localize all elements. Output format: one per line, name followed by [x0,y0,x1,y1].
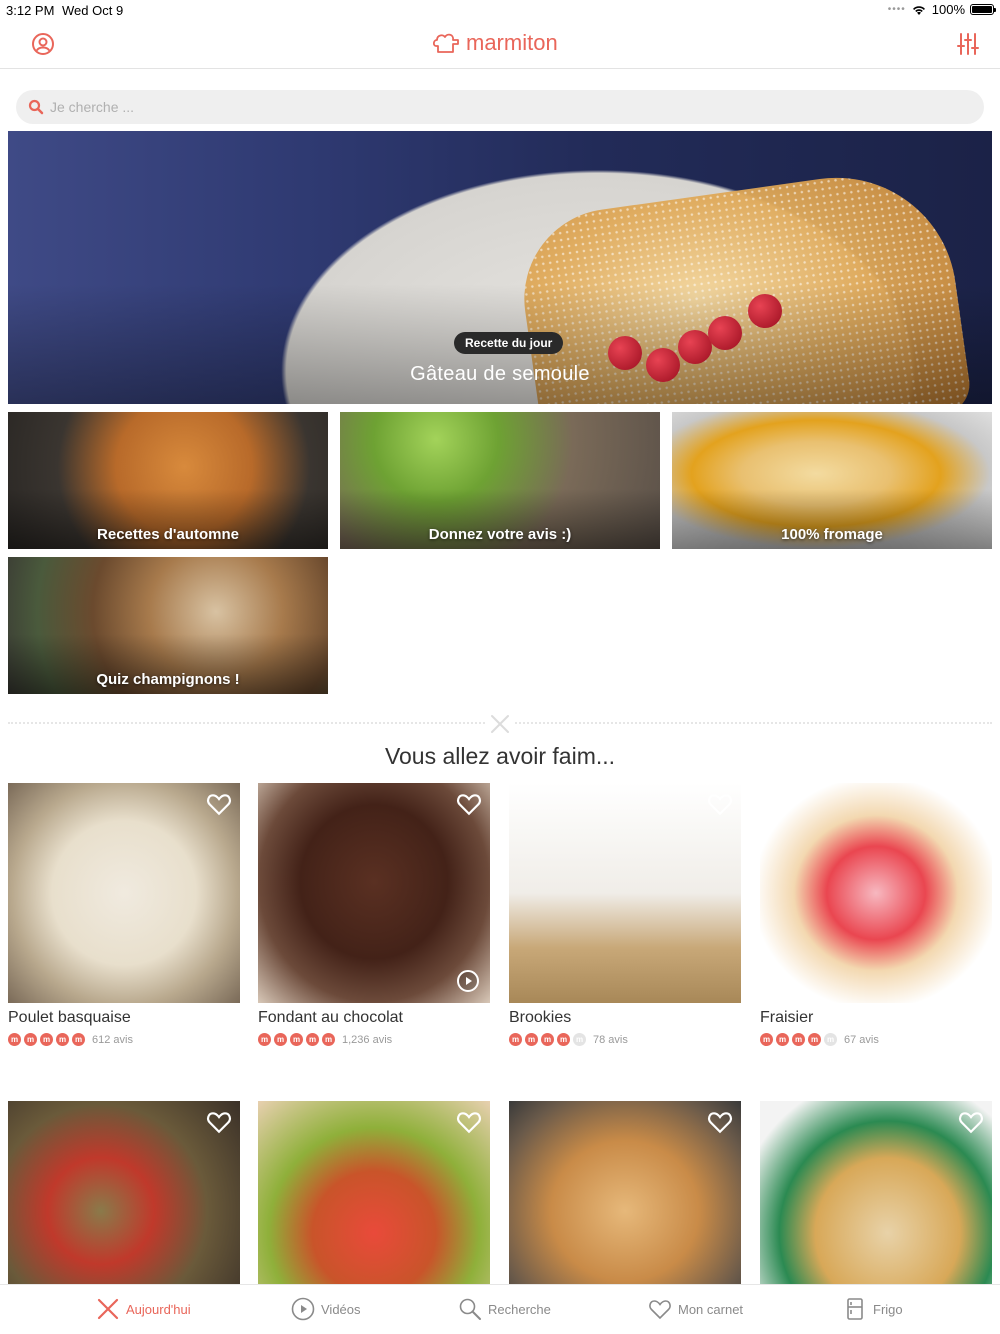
category-label: Recettes d'automne [97,526,239,543]
top-navigation: marmiton [0,20,1000,69]
recipe-rating: mmmmm 78 avis [509,1033,741,1046]
section-title: Vous allez avoir faim... [384,743,616,769]
rating-dot: m [509,1033,522,1046]
heart-icon [649,1300,671,1320]
category-tile-feedback[interactable]: Donnez votre avis :) [340,412,660,549]
rating-dot: m [541,1033,554,1046]
signal-dots-icon: •••• [887,4,906,15]
rating-dot-empty: m [573,1033,586,1046]
rating-dot: m [808,1033,821,1046]
rating-dot-empty: m [824,1033,837,1046]
rating-dot: m [760,1033,773,1046]
rating-dot: m [306,1033,319,1046]
rating-dot: m [24,1033,37,1046]
favorite-heart-icon[interactable] [707,1109,733,1135]
category-tile-mushroom-quiz[interactable]: Quiz champignons ! [8,557,328,694]
favorite-heart-icon[interactable] [206,791,232,817]
recipe-rating: mmmmm 1,236 avis [258,1033,490,1046]
recipe-card[interactable]: Poulet basquaise mmmmm 612 avis [8,783,240,1046]
favorite-heart-icon[interactable] [456,791,482,817]
recipe-photo [760,783,992,1003]
status-time: 3:12 PM [6,3,55,18]
rating-dot: m [290,1033,303,1046]
fridge-icon [847,1298,863,1320]
tab-label: Aujourd'hui [126,1301,191,1317]
rating-dot: m [8,1033,21,1046]
status-right: •••• 100% [887,2,996,17]
tab-label: Mon carnet [678,1301,744,1317]
rating-dot: m [322,1033,335,1046]
recipe-rating: mmmmm 612 avis [8,1033,240,1046]
recipe-photo [8,783,240,1003]
review-count: 67 avis [844,1033,879,1046]
video-play-icon[interactable] [456,969,480,993]
tab-my-notebook[interactable]: Mon carnet [648,1297,743,1321]
utensils-icon [97,1298,119,1320]
rating-dot: m [792,1033,805,1046]
recipe-photo [509,783,741,1003]
battery-icon [970,4,996,15]
category-label: 100% fromage [781,526,883,543]
search-icon [459,1298,481,1320]
tab-videos[interactable]: Vidéos [291,1297,361,1321]
search-icon [28,99,44,115]
review-count: 612 avis [92,1033,133,1046]
chef-hat-icon [432,33,459,53]
wifi-icon [912,5,925,15]
tab-label: Recherche [488,1301,551,1317]
recipe-name: Poulet basquaise [8,1009,131,1026]
tab-label: Frigo [873,1301,903,1317]
marmiton-logo[interactable]: marmiton [432,30,558,56]
tab-fridge[interactable]: Frigo [843,1297,903,1321]
filter-sliders-icon[interactable] [956,32,980,56]
bottom-tab-bar: Aujourd'hui Vidéos Recherche Mon carnet … [0,1284,1000,1334]
search-bar[interactable] [16,90,984,124]
status-bar: 3:12 PM Wed Oct 9 •••• 100% [0,0,1000,20]
profile-icon[interactable] [31,32,55,56]
favorite-heart-icon[interactable] [958,791,984,817]
tab-label: Vidéos [321,1301,361,1317]
recipe-of-the-day-banner[interactable]: Recette du jour Gâteau de semoule [8,131,992,404]
rating-dot: m [525,1033,538,1046]
recipe-of-the-day-tag: Recette du jour [454,332,564,354]
recipe-name: Fondant au chocolat [258,1009,403,1026]
recipe-rating: mmmmm 67 avis [760,1033,992,1046]
play-circle-icon [291,1297,315,1321]
recipe-photo [258,783,490,1003]
search-input[interactable] [50,99,650,115]
rating-dot: m [56,1033,69,1046]
category-label: Donnez votre avis :) [428,526,572,543]
tab-today[interactable]: Aujourd'hui [96,1297,191,1321]
recipe-card[interactable]: Fraisier mmmmm 67 avis [760,783,992,1046]
tab-search[interactable]: Recherche [458,1297,551,1321]
recipe-card[interactable]: Brookies mmmmm 78 avis [509,783,741,1046]
category-label: Quiz champignons ! [96,671,240,688]
rating-dot: m [258,1033,271,1046]
rating-dot: m [274,1033,287,1046]
favorite-heart-icon[interactable] [456,1109,482,1135]
rating-dot: m [557,1033,570,1046]
favorite-heart-icon[interactable] [206,1109,232,1135]
recipe-name: Fraisier [760,1009,814,1026]
status-date: Wed Oct 9 [62,3,124,18]
rating-dot: m [40,1033,53,1046]
recipe-name: Brookies [509,1009,572,1026]
recipe-card[interactable]: Fondant au chocolat mmmmm 1,236 avis [258,783,490,1046]
review-count: 1,236 avis [342,1033,393,1046]
rating-dot: m [72,1033,85,1046]
battery-percent: 100% [931,2,965,17]
cutlery-icon [486,712,514,736]
hero-recipe-title: Gâteau de semoule [410,363,590,385]
category-tile-autumn[interactable]: Recettes d'automne [8,412,328,549]
rating-dot: m [776,1033,789,1046]
favorite-heart-icon[interactable] [958,1109,984,1135]
favorite-heart-icon[interactable] [707,791,733,817]
category-tile-cheese[interactable]: 100% fromage [672,412,992,549]
review-count: 78 avis [593,1033,628,1046]
logo-text: marmiton [466,30,558,55]
